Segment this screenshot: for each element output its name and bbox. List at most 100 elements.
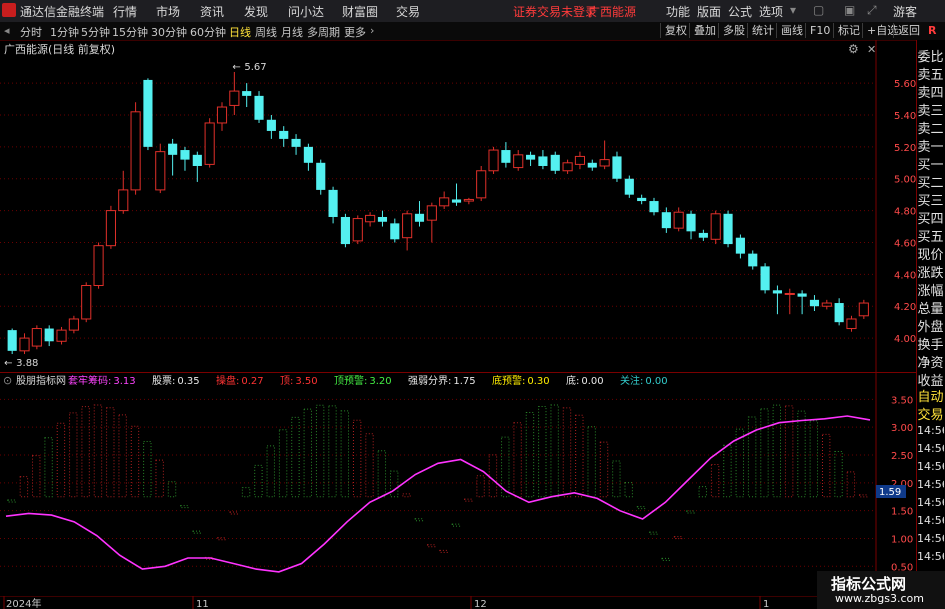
period-60min[interactable]: 60分钟 bbox=[190, 24, 226, 40]
login-notice[interactable]: 证券交易未登录 bbox=[513, 3, 597, 20]
menu-ask[interactable]: 问小达 bbox=[288, 3, 324, 20]
candle bbox=[303, 143, 313, 171]
chart-close-icon[interactable]: ✕ bbox=[867, 43, 876, 56]
indicator-item-label: 底预警: bbox=[492, 374, 525, 387]
candle-body bbox=[735, 237, 745, 254]
period-15min[interactable]: 15分钟 bbox=[112, 24, 148, 40]
period-more[interactable]: 更多 bbox=[344, 24, 366, 40]
menu-market[interactable]: 市场 bbox=[156, 3, 180, 20]
panel-item: 卖三 bbox=[917, 104, 944, 119]
guest-label[interactable]: 游客 bbox=[893, 3, 917, 20]
app-title: 通达信金融终端 bbox=[20, 5, 105, 19]
indicator-chart[interactable]: ⊙ 股朋指标网 套牢筹码: 3.13 股票: 0.35 操盘: 0.27 顶: 3.50 顶预警: 3… bbox=[0, 373, 916, 598]
sub-bar bbox=[661, 557, 670, 561]
period-tick[interactable]: 分时 bbox=[20, 24, 42, 40]
period-1min[interactable]: 1分钟 bbox=[50, 24, 79, 40]
candle-body bbox=[377, 216, 388, 222]
sub-bar bbox=[402, 493, 411, 498]
candlestick-chart[interactable]: 广西能源(日线 前复权) ⚙ ✕ 5.60 5.40 5.20 5.00 4.80 4.6… bbox=[0, 40, 916, 374]
sub-bar bbox=[278, 429, 288, 498]
menu-trade[interactable]: 交易 bbox=[396, 3, 420, 20]
candle bbox=[192, 151, 202, 182]
menu-formula[interactable]: 公式 bbox=[728, 3, 752, 20]
sub-bar bbox=[476, 475, 485, 498]
period-weekly[interactable]: 周线 bbox=[255, 24, 277, 40]
candle bbox=[105, 205, 116, 249]
candle bbox=[513, 150, 524, 171]
menu-layout[interactable]: 版面 bbox=[697, 3, 721, 20]
indicator-item-label: 顶预警: bbox=[334, 374, 367, 387]
candle bbox=[56, 326, 67, 345]
candle-body bbox=[155, 151, 166, 191]
panel-lower-item[interactable]: 自动 bbox=[917, 386, 944, 405]
panel-time: 14:56 bbox=[917, 442, 944, 455]
candle-body bbox=[254, 95, 264, 120]
indicator-toggle-icon[interactable]: ⊙ bbox=[3, 374, 12, 387]
sub-bar bbox=[32, 455, 41, 498]
btn-back[interactable]: 返回 bbox=[893, 23, 924, 38]
candle bbox=[501, 142, 511, 168]
btn-draw[interactable]: 画线 bbox=[776, 23, 807, 38]
candle bbox=[44, 325, 54, 347]
menu-function[interactable]: 功能 bbox=[666, 3, 690, 20]
candle-body bbox=[93, 245, 104, 287]
panel-item: 卖四 bbox=[917, 86, 944, 101]
candle bbox=[574, 151, 586, 170]
user-icon[interactable]: ▾ bbox=[790, 3, 796, 17]
candle-body bbox=[352, 218, 363, 242]
r-badge[interactable]: R bbox=[928, 24, 936, 37]
period-5min[interactable]: 5分钟 bbox=[81, 24, 110, 40]
period-multi[interactable]: 多周期 bbox=[307, 24, 340, 40]
menu-options[interactable]: 选项 bbox=[759, 3, 783, 20]
candle bbox=[168, 138, 178, 176]
menu-news[interactable]: 资讯 bbox=[200, 3, 224, 20]
btn-multi-stock[interactable]: 多股 bbox=[718, 23, 749, 38]
panel-time: 14:56 bbox=[917, 460, 944, 473]
panel-time: 14:56 bbox=[917, 532, 944, 545]
candle bbox=[797, 290, 807, 315]
candle-body bbox=[390, 223, 400, 240]
main-gridlines bbox=[0, 40, 877, 374]
candle-body bbox=[538, 156, 548, 166]
candle bbox=[291, 134, 301, 155]
candle-body bbox=[216, 106, 228, 124]
candle bbox=[118, 170, 129, 214]
candle-body bbox=[31, 328, 42, 347]
period-toolbar: ◂ 分时 1分钟 5分钟 15分钟 30分钟 60分钟 日线 周线 月线 多周期… bbox=[0, 22, 945, 41]
menu-discover[interactable]: 发现 bbox=[244, 3, 268, 20]
collapse-icon[interactable]: ◂ bbox=[4, 24, 10, 37]
period-daily[interactable]: 日线 bbox=[229, 24, 251, 40]
watermark-url: www.zbgs3.com bbox=[835, 592, 924, 605]
btn-stats[interactable]: 统计 bbox=[747, 23, 778, 38]
sub-bar bbox=[180, 505, 189, 509]
window-icon[interactable]: ▣ bbox=[844, 3, 855, 17]
minimize-icon[interactable]: ▢ bbox=[813, 3, 824, 17]
btn-adjust[interactable]: 复权 bbox=[660, 23, 691, 38]
sub-bar bbox=[649, 531, 658, 535]
panel-lower-item[interactable]: 交易 bbox=[917, 404, 944, 423]
resize-icon[interactable]: ⤢ bbox=[867, 3, 877, 18]
menu-hq[interactable]: 行情 bbox=[113, 3, 137, 20]
sub-bar bbox=[69, 412, 78, 498]
btn-f10[interactable]: F10 bbox=[805, 23, 834, 38]
menu-wealth[interactable]: 财富圈 bbox=[342, 3, 378, 20]
candle bbox=[784, 288, 795, 315]
panel-item: 换手 bbox=[917, 338, 944, 353]
sub-y-axis: 3.503.002.502.001.501.000.50 bbox=[891, 395, 913, 573]
main-y-tick: 5.60 bbox=[894, 79, 916, 90]
candle-body bbox=[624, 178, 634, 195]
sub-bar bbox=[389, 470, 399, 498]
btn-overlay[interactable]: 叠加 bbox=[689, 23, 720, 38]
period-30min[interactable]: 30分钟 bbox=[151, 24, 187, 40]
low-price-label: 3.88 bbox=[16, 358, 38, 369]
settings-gear-icon[interactable]: ⚙ bbox=[848, 42, 859, 56]
panel-time: 14:56 bbox=[917, 514, 944, 527]
btn-mark[interactable]: 标记 bbox=[833, 23, 864, 38]
sub-bar bbox=[624, 482, 633, 498]
candles-group bbox=[7, 71, 869, 355]
candle bbox=[538, 150, 548, 170]
period-monthly[interactable]: 月线 bbox=[281, 24, 303, 40]
more-chevron-icon[interactable]: › bbox=[370, 24, 374, 37]
x-label-jan: 1 bbox=[763, 599, 769, 609]
candle-body bbox=[550, 154, 560, 171]
